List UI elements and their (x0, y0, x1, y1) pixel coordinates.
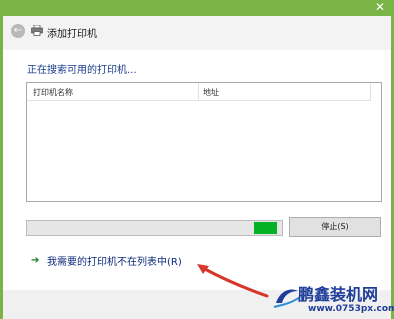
window-border-left (0, 16, 3, 319)
add-printer-window: ✕ ← 添加打印机 正在搜索可用的打印机... 打印机名称 地址 停止(S) ➔… (0, 0, 394, 319)
printer-list-header: 打印机名称 地址 (27, 83, 371, 101)
column-header-address[interactable]: 地址 (203, 87, 219, 98)
back-arrow-icon[interactable]: ← (11, 24, 25, 38)
wizard-header: ← 添加打印机 (3, 16, 391, 50)
search-progress-bar (26, 220, 283, 236)
printer-list[interactable]: 打印机名称 地址 (26, 82, 382, 202)
site-watermark: 鹏鑫装机网 www.0753px.com (272, 281, 394, 317)
progress-fill (254, 222, 277, 234)
arrow-right-icon: ➔ (31, 255, 40, 266)
annotation-arrow-icon (197, 264, 269, 298)
close-icon[interactable]: ✕ (372, 0, 388, 14)
search-status-text: 正在搜索可用的打印机... (27, 65, 137, 76)
watermark-url: www.0753px.com (308, 304, 394, 314)
column-divider[interactable] (370, 83, 371, 100)
window-titlebar: ✕ (0, 0, 394, 16)
printer-not-listed-link[interactable]: 我需要的打印机不在列表中(R) (47, 253, 182, 268)
stop-button[interactable]: 停止(S) (289, 217, 381, 237)
wizard-title: 添加打印机 (47, 29, 97, 40)
column-divider[interactable] (198, 83, 199, 100)
column-header-printer-name[interactable]: 打印机名称 (33, 87, 73, 98)
watermark-title: 鹏鑫装机网 (298, 285, 379, 304)
printer-icon (31, 25, 43, 36)
